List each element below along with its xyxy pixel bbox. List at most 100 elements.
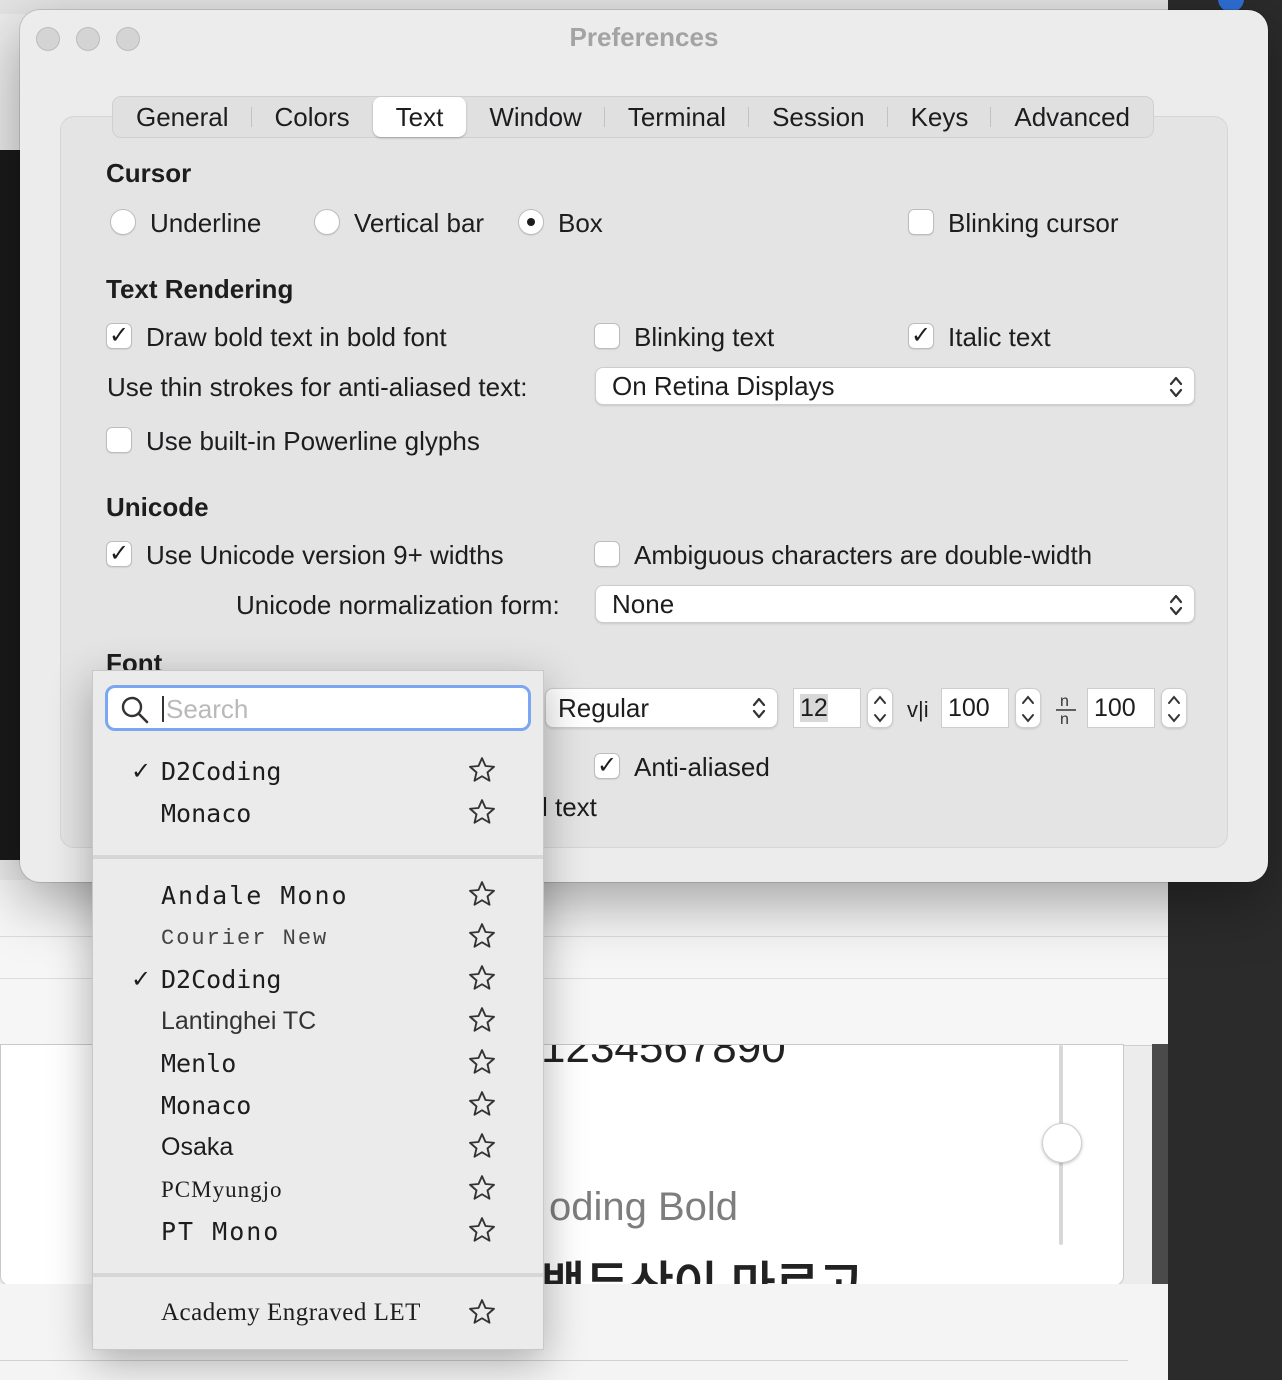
blinking-text-checkbox[interactable]	[594, 323, 620, 349]
star-icon[interactable]	[467, 963, 497, 993]
menu-item-pcmyungjo[interactable]: PCMyungjo	[93, 1171, 543, 1211]
preview-digits: 1234567890	[541, 1044, 786, 1072]
menu-item-academy-engraved[interactable]: Academy Engraved LET	[93, 1295, 543, 1335]
tab-colors[interactable]: Colors	[252, 97, 373, 137]
horizontal-spacing-icon: v|i	[907, 697, 929, 722]
powerline-checkbox[interactable]	[106, 427, 132, 453]
star-icon[interactable]	[467, 879, 497, 909]
font-name: Andale Mono	[161, 881, 349, 910]
vertical-spacing-stepper[interactable]	[1161, 688, 1187, 728]
font-size-stepper[interactable]	[867, 688, 893, 728]
tab-advanced[interactable]: Advanced	[991, 97, 1153, 137]
thin-strokes-label: Use thin strokes for anti-aliased text:	[107, 372, 528, 402]
preview-slider-knob[interactable]	[1042, 1123, 1082, 1163]
cursor-underline-radio[interactable]	[110, 209, 136, 235]
svg-text:n: n	[1060, 693, 1069, 710]
tab-general[interactable]: General	[113, 97, 252, 137]
star-icon[interactable]	[467, 797, 497, 827]
powerline-label[interactable]: Use built-in Powerline glyphs	[146, 426, 480, 457]
search-icon	[121, 696, 149, 724]
unicode-v9-label[interactable]: Use Unicode version 9+ widths	[146, 540, 504, 571]
tab-terminal[interactable]: Terminal	[605, 97, 750, 137]
anti-aliased-label[interactable]: Anti-aliased	[634, 752, 770, 783]
italic-text-checkbox[interactable]: ✓	[908, 323, 934, 349]
star-icon[interactable]	[467, 1173, 497, 1203]
cursor-underline-label[interactable]: Underline	[150, 208, 261, 239]
menu-item-osaka[interactable]: Osaka	[93, 1129, 543, 1169]
blinking-cursor-label[interactable]: Blinking cursor	[948, 208, 1119, 239]
font-name: Lantinghei TC	[161, 1007, 317, 1035]
ambiguous-double-width-checkbox[interactable]	[594, 541, 620, 567]
italic-text-label[interactable]: Italic text	[948, 322, 1051, 353]
preview-font-name: oding Bold	[549, 1185, 739, 1229]
draw-bold-label[interactable]: Draw bold text in bold font	[146, 322, 447, 353]
font-name: Menlo	[161, 1049, 237, 1078]
font-weight-popup[interactable]: Regular	[545, 688, 778, 728]
star-icon[interactable]	[467, 1089, 497, 1119]
font-size-value: 12	[800, 694, 828, 722]
font-weight-value: Regular	[558, 693, 650, 723]
star-icon[interactable]	[467, 1297, 497, 1327]
ambiguous-double-width-label[interactable]: Ambiguous characters are double-width	[634, 540, 1092, 571]
normalization-value: None	[612, 589, 675, 619]
menu-item-andale-mono[interactable]: Andale Mono	[93, 877, 543, 917]
text-rendering-section-title: Text Rendering	[106, 274, 294, 304]
font-search-input[interactable]	[164, 692, 508, 726]
blinking-text-label[interactable]: Blinking text	[634, 322, 774, 353]
normalization-label: Unicode normalization form:	[236, 590, 560, 620]
checkmark-icon: ✓	[131, 758, 152, 785]
font-search-field[interactable]	[105, 685, 531, 731]
horizontal-spacing-field[interactable]: 100	[941, 688, 1009, 728]
cursor-vertical-bar-label[interactable]: Vertical bar	[354, 208, 484, 239]
draw-bold-checkbox[interactable]: ✓	[106, 323, 132, 349]
tab-text[interactable]: Text	[372, 97, 467, 137]
tab-bar: General Colors Text Window Terminal Sess…	[112, 96, 1155, 138]
menu-item-monaco[interactable]: Monaco	[93, 1087, 543, 1127]
menu-item-recent-d2coding[interactable]: ✓ D2Coding	[93, 753, 543, 793]
cursor-vertical-bar-radio[interactable]	[314, 209, 340, 235]
normalization-popup[interactable]: None	[595, 585, 1195, 623]
font-name: Monaco	[161, 799, 252, 828]
background-terminal-edge	[0, 150, 20, 860]
font-name: PT Mono	[161, 1217, 281, 1246]
vertical-spacing-field[interactable]: 100	[1087, 688, 1155, 728]
cursor-box-label[interactable]: Box	[558, 208, 603, 239]
tab-window[interactable]: Window	[466, 97, 606, 137]
star-icon[interactable]	[467, 1131, 497, 1161]
menu-item-lantinghei-tc[interactable]: Lantinghei TC	[93, 1003, 543, 1043]
font-size-field[interactable]: 12	[793, 688, 861, 728]
font-name: D2Coding	[161, 757, 282, 786]
checkmark-icon: ✓	[131, 966, 152, 993]
unicode-v9-checkbox[interactable]: ✓	[106, 541, 132, 567]
font-name: D2Coding	[161, 965, 282, 994]
horizontal-spacing-stepper[interactable]	[1015, 688, 1041, 728]
menu-item-menlo[interactable]: Menlo	[93, 1045, 543, 1085]
menu-item-courier-new[interactable]: Courier New	[93, 919, 543, 959]
star-icon[interactable]	[467, 1047, 497, 1077]
star-icon[interactable]	[467, 1005, 497, 1035]
tab-keys[interactable]: Keys	[888, 97, 992, 137]
cursor-box-radio[interactable]	[518, 209, 544, 235]
menu-item-d2coding[interactable]: ✓ D2Coding	[93, 961, 543, 1001]
thin-strokes-value: On Retina Displays	[612, 371, 835, 401]
title-bar: Preferences	[20, 10, 1268, 66]
tab-session[interactable]: Session	[749, 97, 888, 137]
anti-aliased-checkbox[interactable]: ✓	[594, 753, 620, 779]
thin-strokes-popup[interactable]: On Retina Displays	[595, 367, 1195, 405]
star-icon[interactable]	[467, 755, 497, 785]
star-icon[interactable]	[467, 1215, 497, 1245]
star-icon[interactable]	[467, 921, 497, 951]
cursor-section-title: Cursor	[106, 158, 192, 188]
vertical-spacing-icon: n n	[1056, 693, 1076, 726]
font-name: Monaco	[161, 1091, 252, 1120]
menu-separator	[93, 1273, 543, 1277]
menu-item-recent-monaco[interactable]: Monaco	[93, 795, 543, 835]
preview-korean-text: 백두산이 마르고	[541, 1259, 864, 1286]
chevron-up-down-icon	[752, 697, 766, 719]
chevron-up-down-icon	[1169, 376, 1183, 398]
menu-item-pt-mono[interactable]: PT Mono	[93, 1213, 543, 1253]
font-name: Courier New	[161, 926, 329, 951]
blinking-cursor-checkbox[interactable]	[908, 209, 934, 235]
menu-separator	[93, 855, 543, 859]
font-family-menu[interactable]: ✓ D2Coding Monaco Andale Mono Courier Ne…	[92, 670, 544, 1350]
